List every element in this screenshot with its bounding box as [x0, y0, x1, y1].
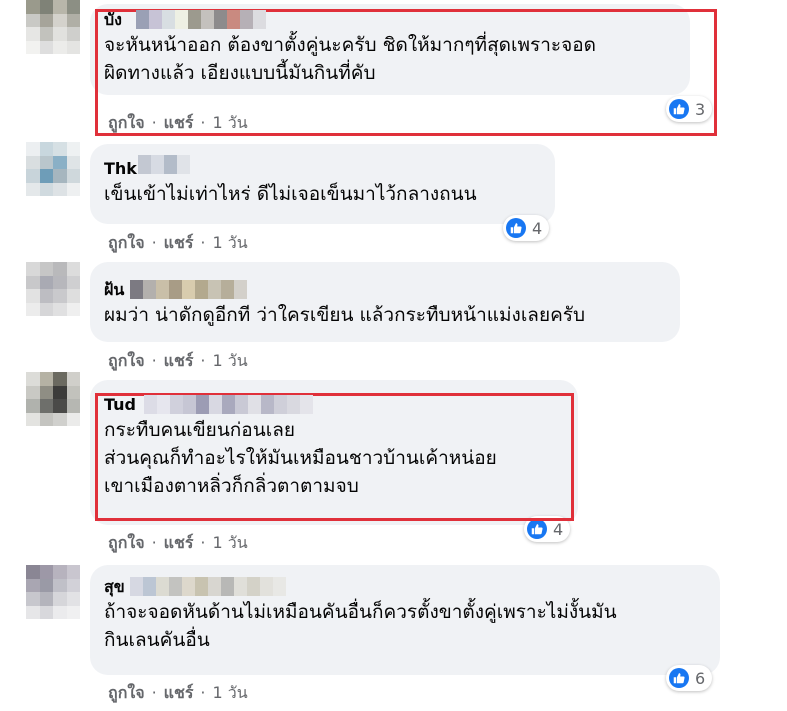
avatar[interactable] — [26, 142, 80, 196]
like-button[interactable]: ถูกใจ — [108, 683, 145, 702]
comment-text: ส่วนคุณก็ทำอะไรให้มันเหมือนชาวบ้านเค้าหน… — [104, 447, 497, 469]
comment-text: เขาเมืองตาหลิ่วก็กลิ่วตาตามจบ — [104, 475, 359, 497]
reaction-summary[interactable]: 6 — [666, 665, 713, 691]
comment-actions: ถูกใจ · แชร์ · 1 วัน — [108, 113, 248, 133]
comment-text: เข็นเข้าไม่เท่าไหร่ ดีไม่เจอเข็นมาไว้กลา… — [104, 183, 477, 205]
comment-actions: ถูกใจ · แชร์ · 1 วัน — [108, 351, 248, 371]
share-button[interactable]: แชร์ — [164, 351, 194, 370]
thumbs-up-icon — [527, 519, 547, 539]
reaction-count: 4 — [553, 519, 564, 539]
reaction-summary[interactable]: 4 — [524, 516, 571, 542]
separator: · — [200, 533, 206, 552]
comment-author[interactable]: Thk ham — [104, 155, 190, 180]
avatar[interactable] — [26, 262, 80, 316]
thumbs-up-icon — [669, 668, 689, 688]
thumbs-up-icon — [506, 218, 526, 238]
comment-timestamp[interactable]: 1 วัน — [213, 683, 248, 702]
comment-text: ถ้าจะจอดหันด้านไม่เหมือนคันอื่นก็ควรตั้ง… — [104, 601, 617, 623]
comment-text: กระทืบคนเขียนก่อนเลย — [104, 419, 295, 441]
separator: · — [200, 113, 206, 132]
avatar[interactable] — [26, 0, 80, 54]
comment-author[interactable]: บัง — [104, 9, 266, 31]
avatar[interactable] — [26, 565, 80, 619]
comment-bubble: Tud กระทืบคนเขียนก่อนเลย ส่วนคุณก็ทำอะไร… — [90, 380, 578, 525]
comment-author[interactable]: Tud — [104, 394, 313, 416]
comment-timestamp[interactable]: 1 วัน — [213, 233, 248, 252]
reaction-count: 6 — [695, 668, 706, 688]
comment-timestamp[interactable]: 1 วัน — [213, 533, 248, 552]
separator: · — [151, 533, 157, 552]
share-button[interactable]: แชร์ — [164, 113, 194, 132]
separator: · — [151, 233, 157, 252]
share-button[interactable]: แชร์ — [164, 233, 194, 252]
comment-actions: ถูกใจ · แชร์ · 1 วัน — [108, 683, 248, 703]
comment-text: ผมว่า น่าดักดูอีกที ว่าใครเขียน แล้วกระท… — [104, 304, 586, 326]
separator: · — [151, 113, 157, 132]
comment-bubble: บัง จะหันหน้าออก ต้องขาตั้งคู่นะครับ ชิด… — [90, 4, 690, 95]
separator: · — [151, 683, 157, 702]
thumbs-up-icon — [669, 99, 689, 119]
separator: · — [200, 351, 206, 370]
reaction-count: 4 — [532, 218, 543, 238]
comment-text: ผิดทางแล้ว เอียงแบบนี้มันกินที่คับ — [104, 62, 376, 84]
comment-actions: ถูกใจ · แชร์ · 1 วัน — [108, 233, 248, 253]
separator: · — [200, 683, 206, 702]
comment-timestamp[interactable]: 1 วัน — [213, 351, 248, 370]
comment-bubble: Thk ham เข็นเข้าไม่เท่าไหร่ ดีไม่เจอเข็น… — [90, 144, 555, 224]
comment-actions: ถูกใจ · แชร์ · 1 วัน — [108, 533, 248, 553]
reaction-count: 3 — [695, 99, 706, 119]
like-button[interactable]: ถูกใจ — [108, 533, 145, 552]
reaction-summary[interactable]: 3 — [666, 96, 713, 122]
comment-text: กินเลนคันอื่น — [104, 629, 210, 651]
comment-timestamp[interactable]: 1 วัน — [213, 113, 248, 132]
like-button[interactable]: ถูกใจ — [108, 113, 145, 132]
comment-thread: บัง จะหันหน้าออก ต้องขาตั้งคู่นะครับ ชิด… — [0, 0, 787, 711]
reaction-summary[interactable]: 4 — [503, 215, 550, 241]
separator: · — [151, 351, 157, 370]
comment-author[interactable]: ฝ้น — [104, 279, 247, 301]
comment-author[interactable]: สุข — [104, 576, 286, 598]
comment-bubble: สุข ถ้าจะจอดหันด้านไม่เหมือนคันอื่นก็ควร… — [90, 565, 720, 675]
like-button[interactable]: ถูกใจ — [108, 351, 145, 370]
like-button[interactable]: ถูกใจ — [108, 233, 145, 252]
separator: · — [200, 233, 206, 252]
comment-text: จะหันหน้าออก ต้องขาตั้งคู่นะครับ ชิดให้ม… — [104, 34, 596, 56]
share-button[interactable]: แชร์ — [164, 533, 194, 552]
avatar[interactable] — [26, 372, 80, 426]
comment-bubble: ฝ้น ผมว่า น่าดักดูอีกที ว่าใครเขียน แล้ว… — [90, 262, 680, 342]
share-button[interactable]: แชร์ — [164, 683, 194, 702]
